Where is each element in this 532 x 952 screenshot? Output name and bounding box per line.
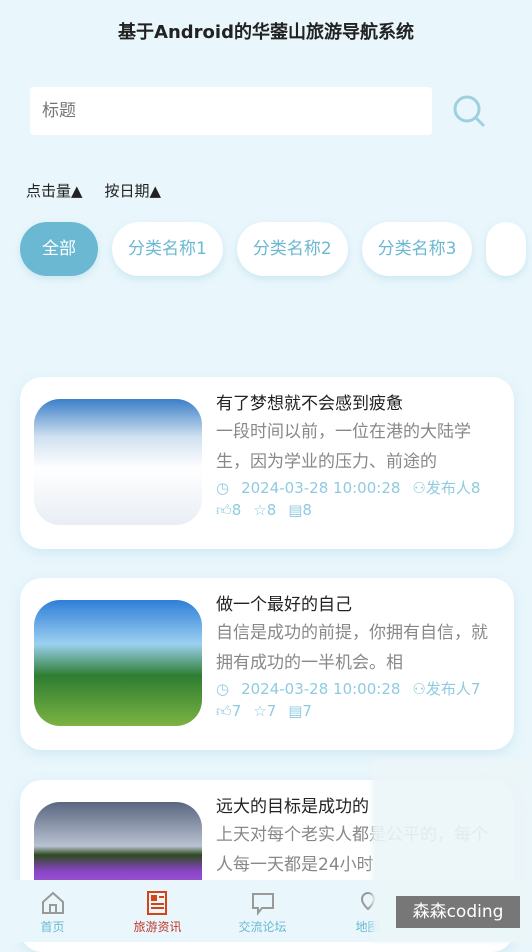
thumb-up-icon: 👍︎ (216, 501, 232, 519)
nav-label: 首页 (40, 920, 65, 934)
article-image (34, 399, 202, 525)
category-tabs: 全部 分类名称1 分类名称2 分类名称3 (20, 222, 527, 276)
clock-icon: ◷ (216, 479, 230, 497)
like-count: 7 (231, 702, 242, 720)
clock-icon: ◷ (216, 680, 230, 698)
comment-count: 7 (302, 702, 312, 720)
sort-by-date[interactable]: 按日期▲ (105, 180, 162, 201)
search-input[interactable] (30, 87, 432, 135)
thumb-up-icon: 👍︎ (216, 702, 232, 720)
article-author: 发布人7 (425, 680, 481, 698)
category-2[interactable]: 分类名称2 (236, 222, 348, 276)
page-title: 基于Android的华蓥山旅游导航系统 (118, 22, 414, 43)
article-time: 2024-03-28 10:00:28 (241, 479, 401, 497)
nav-label: 交流论坛 (238, 920, 287, 934)
article-card[interactable]: 做一个最好的自己 自信是成功的前提，你拥有自信，就拥有成功的一半机会。相 ◷ 20… (20, 578, 514, 750)
star-icon: ☆ (253, 501, 267, 519)
nav-news[interactable]: 旅游资讯 (105, 880, 210, 942)
fav-count: 7 (266, 702, 277, 720)
fav-count: 8 (266, 501, 277, 519)
watermark: 森森coding (396, 896, 520, 928)
category-1[interactable]: 分类名称1 (112, 222, 223, 276)
article-time: 2024-03-28 10:00:28 (241, 680, 401, 698)
comment-icon: ▤ (288, 702, 303, 720)
article-desc: 一段时间以前，一位在港的大陆学生，因为学业的压力、前途的 (216, 422, 471, 472)
nav-label: 旅游资讯 (133, 920, 182, 934)
article-image (34, 600, 202, 726)
forum-icon (251, 893, 274, 916)
nav-home[interactable]: 首页 (0, 880, 105, 942)
category-3[interactable]: 分类名称3 (361, 222, 473, 276)
article-title: 做一个最好的自己 (216, 595, 352, 615)
sort-by-clicks[interactable]: 点击量▲ (26, 180, 83, 201)
comment-count: 8 (302, 501, 312, 519)
nav-forum[interactable]: 交流论坛 (210, 880, 315, 942)
category-more[interactable] (486, 222, 527, 276)
like-count: 8 (231, 501, 242, 519)
article-card[interactable]: 有了梦想就不会感到疲惫 一段时间以前，一位在港的大陆学生，因为学业的压力、前途的… (20, 377, 514, 549)
user-icon: ⚇ (412, 479, 426, 497)
comment-icon: ▤ (288, 501, 303, 519)
article-desc: 自信是成功的前提，你拥有自信，就拥有成功的一半机会。相 (216, 623, 488, 673)
category-all[interactable]: 全部 (20, 222, 98, 276)
article-title: 有了梦想就不会感到疲惫 (216, 394, 403, 414)
home-icon (41, 891, 64, 914)
search-icon[interactable] (450, 92, 490, 132)
news-icon (146, 891, 167, 915)
user-icon: ⚇ (412, 680, 426, 698)
article-author: 发布人8 (425, 479, 481, 497)
star-icon: ☆ (253, 702, 267, 720)
